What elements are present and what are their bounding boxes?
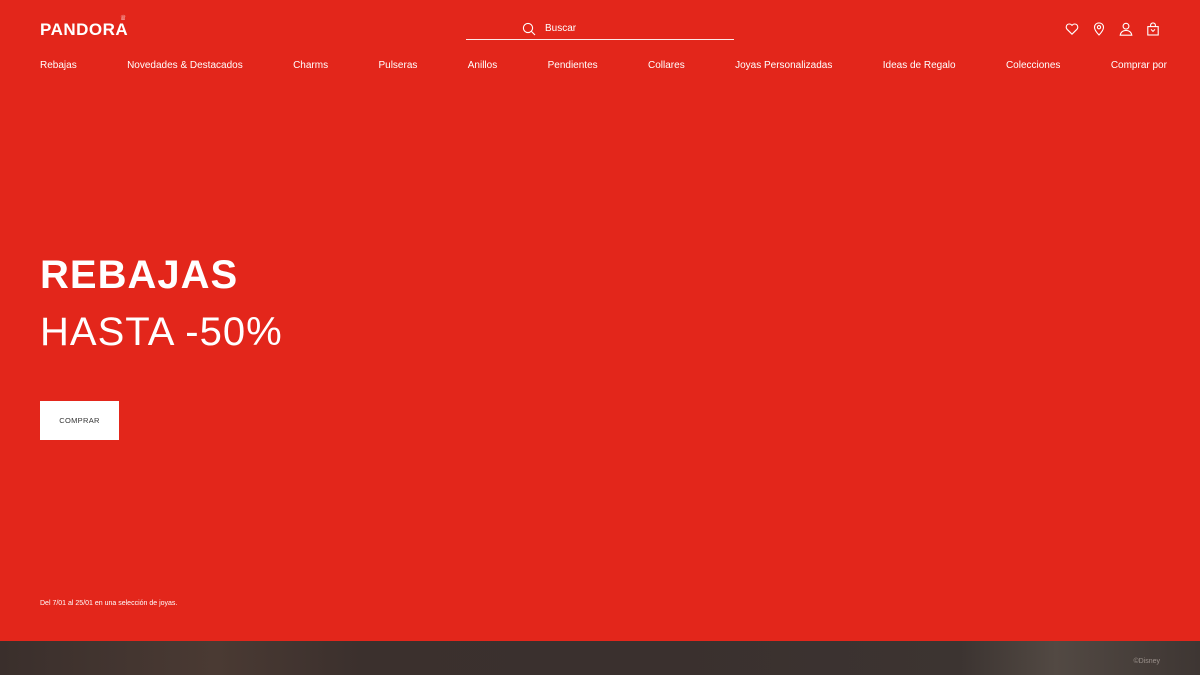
nav-item-anillos[interactable]: Anillos xyxy=(468,60,497,71)
nav-item-pendientes[interactable]: Pendientes xyxy=(548,60,598,71)
pandora-logo[interactable]: ♕ PANDORA xyxy=(40,15,129,40)
nav-item-novedades[interactable]: Novedades & Destacados xyxy=(127,60,243,71)
search-icon[interactable] xyxy=(522,22,536,36)
search-bar[interactable]: Buscar xyxy=(466,20,734,40)
nav-item-joyas-personalizadas[interactable]: Joyas Personalizadas xyxy=(735,60,832,71)
header-icons xyxy=(1065,22,1160,36)
nav-item-colecciones[interactable]: Colecciones xyxy=(1006,60,1060,71)
promo-disclaimer: Del 7/01 al 25/01 en una selección de jo… xyxy=(40,600,178,607)
hero-subtitle: HASTA -50% xyxy=(40,310,283,354)
copyright-note: ©Disney xyxy=(1133,658,1160,665)
nav-item-collares[interactable]: Collares xyxy=(648,60,685,71)
shop-button[interactable]: COMPRAR xyxy=(40,401,119,440)
nav-item-pulseras[interactable]: Pulseras xyxy=(378,60,417,71)
hero-title: REBAJAS xyxy=(40,253,239,297)
bag-icon[interactable] xyxy=(1146,22,1160,36)
location-icon[interactable] xyxy=(1092,22,1106,36)
next-banner-image xyxy=(0,641,1200,675)
nav-item-comprar-por[interactable]: Comprar por xyxy=(1111,60,1167,71)
nav-item-charms[interactable]: Charms xyxy=(293,60,328,71)
nav-item-rebajas[interactable]: Rebajas xyxy=(40,60,77,71)
nav-item-ideas-de-regalo[interactable]: Ideas de Regalo xyxy=(883,60,956,71)
page: ♕ PANDORA Buscar Rebajas Novedades & Des… xyxy=(0,0,1200,675)
user-icon[interactable] xyxy=(1119,22,1133,36)
heart-icon[interactable] xyxy=(1065,22,1079,36)
search-input[interactable]: Buscar xyxy=(545,23,576,34)
crown-icon: ♕ xyxy=(120,15,127,22)
main-nav: Rebajas Novedades & Destacados Charms Pu… xyxy=(40,60,1167,71)
logo-text: PANDORA xyxy=(40,20,129,39)
